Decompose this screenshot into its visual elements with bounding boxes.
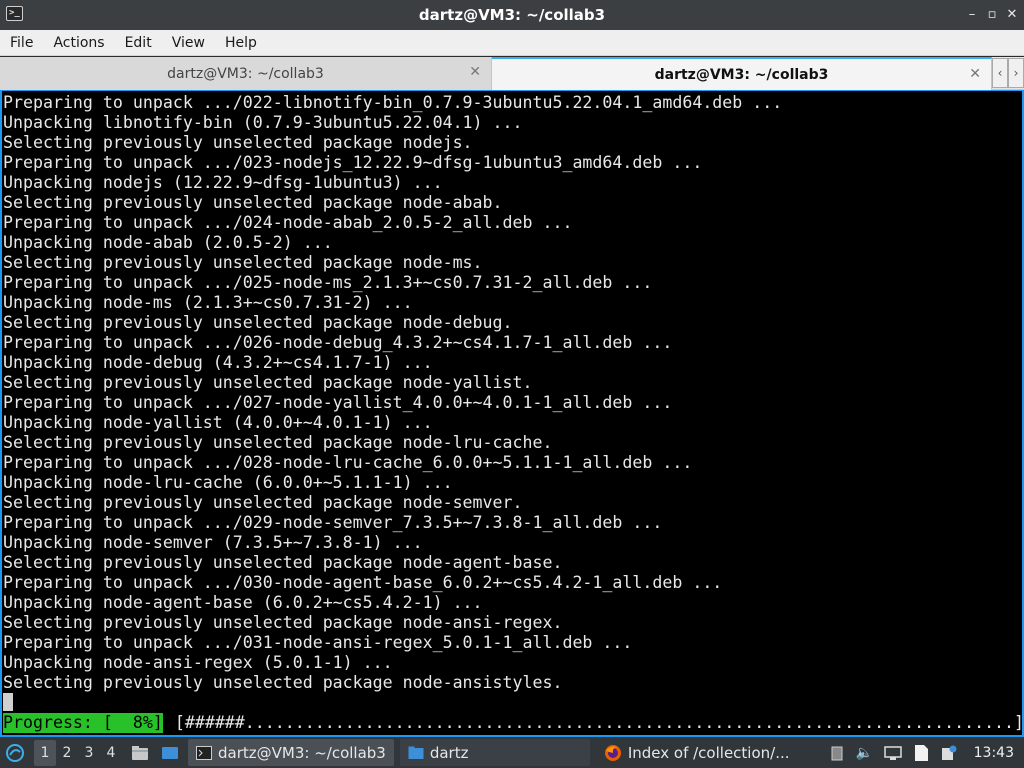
progress-bar: [######.................................… xyxy=(174,713,1024,732)
network-icon[interactable] xyxy=(883,744,902,762)
desktop-3[interactable]: 3 xyxy=(78,740,100,766)
desktop-4[interactable]: 4 xyxy=(100,740,122,766)
terminal-line: Unpacking nodejs (12.22.9~dfsg-1ubuntu3)… xyxy=(3,173,443,192)
terminal-line: Selecting previously unselected package … xyxy=(3,613,563,632)
tab-bar: dartz@VM3: ~/collab3 ✕ dartz@VM3: ~/coll… xyxy=(0,57,1024,90)
terminal-line: Preparing to unpack .../023-nodejs_12.22… xyxy=(3,153,703,172)
terminal-line: Selecting previously unselected package … xyxy=(3,433,553,452)
tab-label: dartz@VM3: ~/collab3 xyxy=(167,65,324,82)
folder-icon xyxy=(408,746,424,760)
taskbar: 1 2 3 4 dartz@VM3: ~/collab3 dartz Index… xyxy=(0,737,1024,768)
tab-close-icon[interactable]: ✕ xyxy=(969,66,981,82)
show-desktop-icon[interactable] xyxy=(158,741,182,765)
clipboard-icon[interactable] xyxy=(828,744,846,762)
terminal-line: Selecting previously unselected package … xyxy=(3,493,523,512)
terminal-app-icon[interactable]: >_ xyxy=(6,6,23,21)
task-terminal[interactable]: dartz@VM3: ~/collab3 xyxy=(188,739,394,766)
terminal-icon xyxy=(196,745,212,760)
terminal-line: Unpacking node-ms (2.1.3+~cs0.7.31-2) ..… xyxy=(3,293,413,312)
terminal-line: Unpacking node-semver (7.3.5+~7.3.8-1) .… xyxy=(3,533,423,552)
terminal-line: Selecting previously unselected package … xyxy=(3,673,563,692)
menu-edit[interactable]: Edit xyxy=(115,35,162,51)
window-title: dartz@VM3: ~/collab3 xyxy=(418,6,606,24)
terminal-line: Preparing to unpack .../027-node-yallist… xyxy=(3,393,673,412)
terminal-line: Selecting previously unselected package … xyxy=(3,253,483,272)
volume-icon[interactable]: 🔈 xyxy=(856,744,874,762)
terminal-line: Unpacking libnotify-bin (0.7.9-3ubuntu5.… xyxy=(3,113,523,132)
terminal-line: Unpacking node-abab (2.0.5-2) ... xyxy=(3,233,333,252)
task-label: dartz@VM3: ~/collab3 xyxy=(218,743,386,762)
terminal-line: Selecting previously unselected package … xyxy=(3,133,473,152)
menu-actions[interactable]: Actions xyxy=(43,35,114,51)
menu-file[interactable]: File xyxy=(0,35,43,51)
maximize-button[interactable]: ▫ xyxy=(984,4,1000,24)
terminal-output: Preparing to unpack .../022-libnotify-bi… xyxy=(3,93,1021,693)
tab-terminal-1[interactable]: dartz@VM3: ~/collab3 ✕ xyxy=(0,57,492,90)
terminal-line: Preparing to unpack .../029-node-semver_… xyxy=(3,513,663,532)
terminal-line: Selecting previously unselected package … xyxy=(3,313,513,332)
terminal-line: Selecting previously unselected package … xyxy=(3,553,563,572)
terminal-line: Unpacking node-agent-base (6.0.2+~cs5.4.… xyxy=(3,593,483,612)
menu-help[interactable]: Help xyxy=(215,35,267,51)
window-controls: – ▫ ✕ xyxy=(964,4,1020,24)
terminal-line: Unpacking node-lru-cache (6.0.0+~5.1.1-1… xyxy=(3,473,453,492)
task-file-manager[interactable]: dartz xyxy=(399,739,590,766)
system-tray: 🔈 13:43 xyxy=(828,744,1024,762)
clock: 13:43 xyxy=(973,744,1014,761)
firefox-icon xyxy=(604,744,622,762)
window-titlebar[interactable]: >_ dartz@VM3: ~/collab3 – ▫ ✕ xyxy=(0,0,1024,30)
terminal-line: Selecting previously unselected package … xyxy=(3,193,503,212)
file-manager-icon[interactable] xyxy=(128,741,152,765)
desktop-switcher: 1 2 3 4 xyxy=(34,739,122,766)
tab-scroll-left-button[interactable]: ‹ xyxy=(992,58,1008,88)
menu-bar: File Actions Edit View Help xyxy=(0,30,1024,56)
desktop-2[interactable]: 2 xyxy=(56,740,78,766)
tab-terminal-2[interactable]: dartz@VM3: ~/collab3 ✕ xyxy=(492,57,992,90)
terminal-line: Preparing to unpack .../026-node-debug_4… xyxy=(3,333,673,352)
notes-icon[interactable] xyxy=(912,744,930,762)
terminal-line: Preparing to unpack .../024-node-abab_2.… xyxy=(3,213,573,232)
desktop-1[interactable]: 1 xyxy=(34,739,56,766)
terminal-line: Preparing to unpack .../025-node-ms_2.1.… xyxy=(3,273,653,292)
terminal-line: Selecting previously unselected package … xyxy=(3,373,533,392)
update-notifier-icon[interactable] xyxy=(940,744,958,762)
minimize-button[interactable]: – xyxy=(964,4,980,24)
lubuntu-logo-icon[interactable] xyxy=(0,737,30,768)
task-label: Index of /collection/... xyxy=(627,743,790,762)
menu-view[interactable]: View xyxy=(162,35,215,51)
tab-label: dartz@VM3: ~/collab3 xyxy=(654,66,829,83)
task-label: dartz xyxy=(429,743,469,762)
close-button[interactable]: ✕ xyxy=(1004,4,1020,24)
terminal-line: Preparing to unpack .../022-libnotify-bi… xyxy=(3,93,783,112)
terminal-line: Preparing to unpack .../030-node-agent-b… xyxy=(3,573,723,592)
terminal-line: Unpacking node-debug (4.3.2+~cs4.1.7-1) … xyxy=(3,353,433,372)
terminal-line: Unpacking node-yallist (4.0.0+~4.0.1-1) … xyxy=(3,413,433,432)
terminal-line: Preparing to unpack .../028-node-lru-cac… xyxy=(3,453,693,472)
terminal-view[interactable]: Preparing to unpack .../022-libnotify-bi… xyxy=(0,90,1024,737)
terminal-line: Unpacking node-ansi-regex (5.0.1-1) ... xyxy=(3,653,393,672)
terminal-cursor xyxy=(3,693,13,711)
apt-progress: Progress: [ 8%] [######.................… xyxy=(3,713,1024,733)
terminal-line: Preparing to unpack .../031-node-ansi-re… xyxy=(3,633,633,652)
task-firefox[interactable]: Index of /collection/... xyxy=(596,739,798,766)
tab-scroll-right-button[interactable]: › xyxy=(1008,58,1024,88)
progress-label: Progress: [ 8%] xyxy=(3,713,163,733)
tab-close-icon[interactable]: ✕ xyxy=(469,64,481,80)
